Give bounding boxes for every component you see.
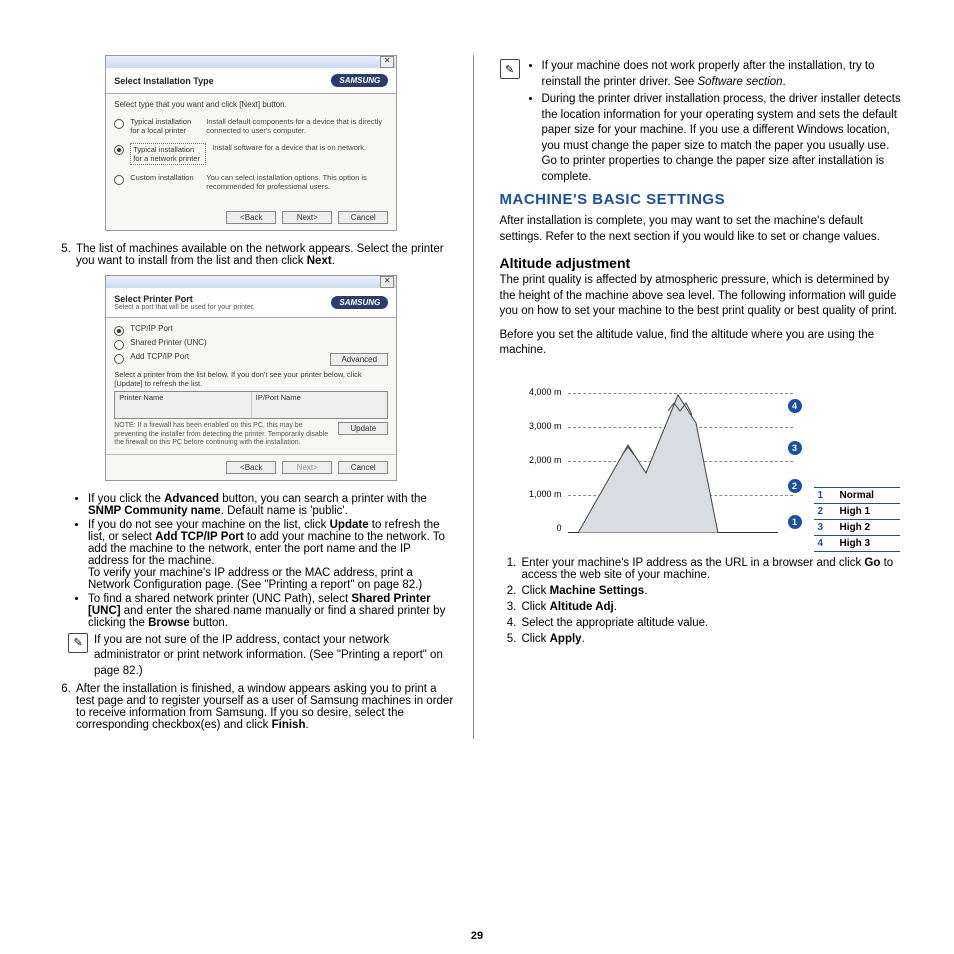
altitude-para-1: The print quality is affected by atmosph…: [500, 273, 907, 320]
select-port-dialog: ✕ Select Printer Port Select a port that…: [105, 275, 397, 481]
step-6: After the installation is finished, a wi…: [74, 683, 455, 731]
firewall-note: NOTE: If a firewall has been enabled on …: [114, 422, 332, 448]
table-row: 2High 1: [814, 503, 900, 519]
radio-icon[interactable]: [114, 145, 124, 155]
note-item: If your machine does not work properly a…: [542, 59, 907, 90]
y-tick: 0: [520, 523, 562, 533]
col-ip-port: IP/Port Name: [252, 392, 388, 418]
radio-tcpip[interactable]: TCP/IP Port: [114, 324, 388, 336]
install-note: ✎ If your machine does not work properly…: [500, 59, 907, 187]
subsection-heading: Altitude adjustment: [500, 255, 907, 271]
altitude-legend: 1Normal 2High 1 3High 2 4High 3: [814, 487, 900, 552]
radio-icon[interactable]: [114, 175, 124, 185]
note-item: During the printer driver installation p…: [542, 92, 907, 185]
close-icon[interactable]: ✕: [380, 276, 394, 288]
marker-3: 3: [788, 441, 802, 455]
radio-icon[interactable]: [114, 119, 124, 129]
step-1: Enter your machine's IP address as the U…: [520, 557, 907, 581]
option-custom[interactable]: Custom installation You can select insta…: [114, 173, 388, 191]
next-button[interactable]: Next>: [282, 461, 332, 474]
step-5: The list of machines available on the ne…: [74, 243, 455, 267]
note-icon: ✎: [500, 59, 520, 79]
marker-2: 2: [788, 479, 802, 493]
close-icon[interactable]: ✕: [380, 56, 394, 68]
altitude-diagram: 4,000 m 3,000 m 2,000 m 1,000 m 0 1 2 3 …: [520, 367, 900, 547]
brand-logo: SAMSUNG: [331, 296, 388, 309]
dialog-subtitle: Select a port that will be used for your…: [114, 304, 254, 311]
list-instruction: Select a printer from the list below. If…: [114, 370, 388, 388]
bullet-advanced: If you click the Advanced button, you ca…: [88, 493, 455, 517]
radio-add-port[interactable]: Add TCP/IP Port: [114, 352, 330, 364]
y-tick: 2,000 m: [520, 455, 562, 465]
next-button[interactable]: Next>: [282, 211, 332, 224]
table-row: 1Normal: [814, 487, 900, 503]
y-tick: 4,000 m: [520, 387, 562, 397]
option-network[interactable]: Typical installation for a network print…: [114, 143, 388, 165]
bullet-list: If you click the Advanced button, you ca…: [48, 493, 455, 629]
altitude-para-2: Before you set the altitude value, find …: [500, 328, 907, 359]
cancel-button[interactable]: Cancel: [338, 211, 388, 224]
radio-icon[interactable]: [114, 354, 124, 364]
step-3: Click Altitude Adj.: [520, 601, 907, 613]
step-4: Select the appropriate altitude value.: [520, 617, 907, 629]
radio-icon[interactable]: [114, 340, 124, 350]
back-button[interactable]: <Back: [226, 211, 276, 224]
dialog-title: Select Installation Type: [114, 76, 213, 86]
section-heading: MACHINE'S BASIC SETTINGS: [500, 191, 907, 208]
dialog-instruction: Select type that you want and click [Nex…: [114, 100, 388, 109]
y-tick: 3,000 m: [520, 421, 562, 431]
update-button[interactable]: Update: [338, 422, 388, 435]
marker-4: 4: [788, 399, 802, 413]
right-column: ✎ If your machine does not work properly…: [496, 55, 907, 739]
table-row: 3High 2: [814, 519, 900, 535]
bullet-unc: To find a shared network printer (UNC Pa…: [88, 593, 455, 629]
page-number: 29: [0, 930, 954, 942]
advanced-button[interactable]: Advanced: [330, 353, 388, 366]
bullet-update: If you do not see your machine on the li…: [88, 519, 455, 591]
brand-logo: SAMSUNG: [331, 74, 388, 87]
step-5: Click Apply.: [520, 633, 907, 645]
note-icon: ✎: [68, 633, 88, 653]
y-tick: 1,000 m: [520, 489, 562, 499]
ip-note: ✎ If you are not sure of the IP address,…: [68, 633, 455, 680]
altitude-steps: Enter your machine's IP address as the U…: [500, 557, 907, 645]
printer-list[interactable]: Printer Name IP/Port Name: [114, 391, 388, 419]
marker-1: 1: [788, 515, 802, 529]
step-list: After the installation is finished, a wi…: [48, 683, 455, 731]
install-type-dialog: ✕ Select Installation Type SAMSUNG Selec…: [105, 55, 397, 231]
dialog-title: Select Printer Port: [114, 294, 193, 304]
col-printer-name: Printer Name: [115, 392, 252, 418]
cancel-button[interactable]: Cancel: [338, 461, 388, 474]
table-row: 4High 3: [814, 535, 900, 551]
option-local[interactable]: Typical installation for a local printer…: [114, 117, 388, 135]
mountain-icon: [568, 385, 778, 533]
left-column: ✕ Select Installation Type SAMSUNG Selec…: [48, 55, 474, 739]
back-button[interactable]: <Back: [226, 461, 276, 474]
step-2: Click Machine Settings.: [520, 585, 907, 597]
section-intro: After installation is complete, you may …: [500, 214, 907, 245]
radio-unc[interactable]: Shared Printer (UNC): [114, 338, 388, 350]
step-list: The list of machines available on the ne…: [48, 243, 455, 267]
radio-icon[interactable]: [114, 326, 124, 336]
